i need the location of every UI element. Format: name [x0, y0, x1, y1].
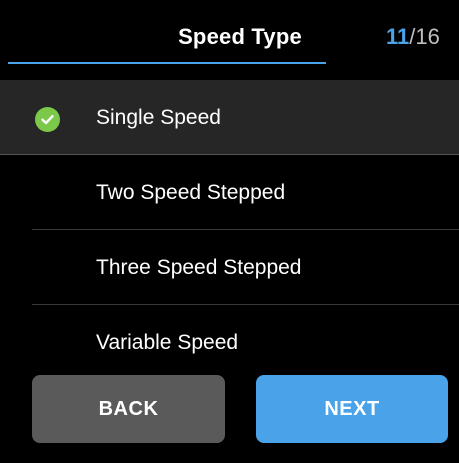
option-label: Variable Speed	[96, 330, 239, 354]
option-label: Two Speed Stepped	[96, 180, 286, 204]
page-title: Speed Type	[178, 24, 302, 49]
header: Speed Type 11/16	[0, 0, 459, 64]
check-circle-icon	[35, 107, 60, 132]
back-button[interactable]: BACK	[32, 375, 225, 443]
option-label: Three Speed Stepped	[96, 255, 302, 279]
speed-type-options: Single Speed Two Speed Stepped Three Spe…	[0, 80, 459, 380]
option-single-speed[interactable]: Single Speed	[0, 80, 459, 155]
step-current: 11	[386, 24, 410, 49]
next-button[interactable]: NEXT	[256, 375, 448, 443]
step-counter: 11/16	[386, 24, 440, 50]
option-two-speed-stepped[interactable]: Two Speed Stepped	[0, 155, 459, 230]
option-label: Single Speed	[96, 105, 221, 129]
title-underline	[8, 62, 326, 64]
step-total: 16	[415, 24, 440, 49]
option-three-speed-stepped[interactable]: Three Speed Stepped	[0, 230, 459, 305]
option-variable-speed[interactable]: Variable Speed	[0, 305, 459, 380]
